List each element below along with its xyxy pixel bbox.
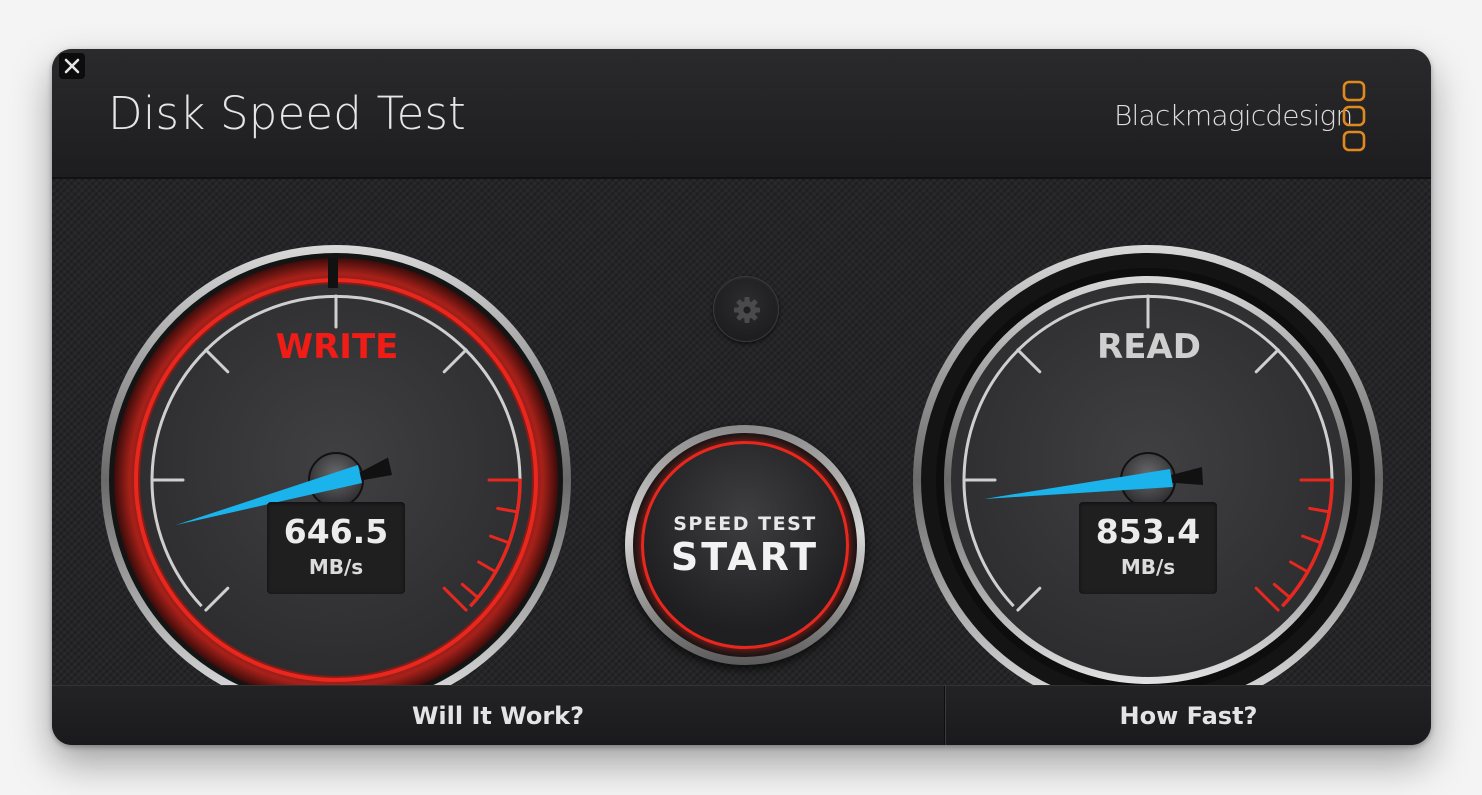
will-it-work-button[interactable]: Will It Work? xyxy=(52,686,944,745)
speed-test-start-button[interactable]: SPEED TEST START xyxy=(625,425,865,665)
write-gauge xyxy=(101,245,571,685)
read-speed-value: 853.4 xyxy=(1095,512,1201,551)
write-speed-readout: 646.5 MB/s xyxy=(267,502,405,594)
read-speed-unit: MB/s xyxy=(1120,555,1176,579)
gear-icon xyxy=(734,297,760,323)
app-window: Disk Speed Test Blackmagicdesign WRITE R… xyxy=(52,49,1431,745)
how-fast-button[interactable]: How Fast? xyxy=(946,686,1431,745)
read-gauge-label: READ xyxy=(1097,327,1201,367)
read-gauge xyxy=(913,245,1383,685)
footer-bar: Will It Work? How Fast? xyxy=(52,685,1431,745)
settings-button[interactable] xyxy=(713,276,779,342)
blackmagic-logo-icon xyxy=(1342,80,1366,152)
write-speed-unit: MB/s xyxy=(308,555,364,579)
close-icon xyxy=(64,58,80,74)
write-speed-value: 646.5 xyxy=(283,512,389,551)
read-speed-readout: 853.4 MB/s xyxy=(1079,502,1217,594)
gauge-panel: WRITE READ 646.5 MB/s 853.4 MB/s SPEED T… xyxy=(52,179,1431,685)
brand-name: Blackmagicdesign xyxy=(1114,99,1353,132)
write-gauge-label: WRITE xyxy=(275,327,399,367)
start-button-top-label: SPEED TEST xyxy=(673,513,817,535)
close-button[interactable] xyxy=(59,53,85,79)
title-bar: Disk Speed Test Blackmagicdesign xyxy=(52,49,1431,179)
app-title: Disk Speed Test xyxy=(108,87,466,140)
start-button-main-label: START xyxy=(670,535,820,579)
